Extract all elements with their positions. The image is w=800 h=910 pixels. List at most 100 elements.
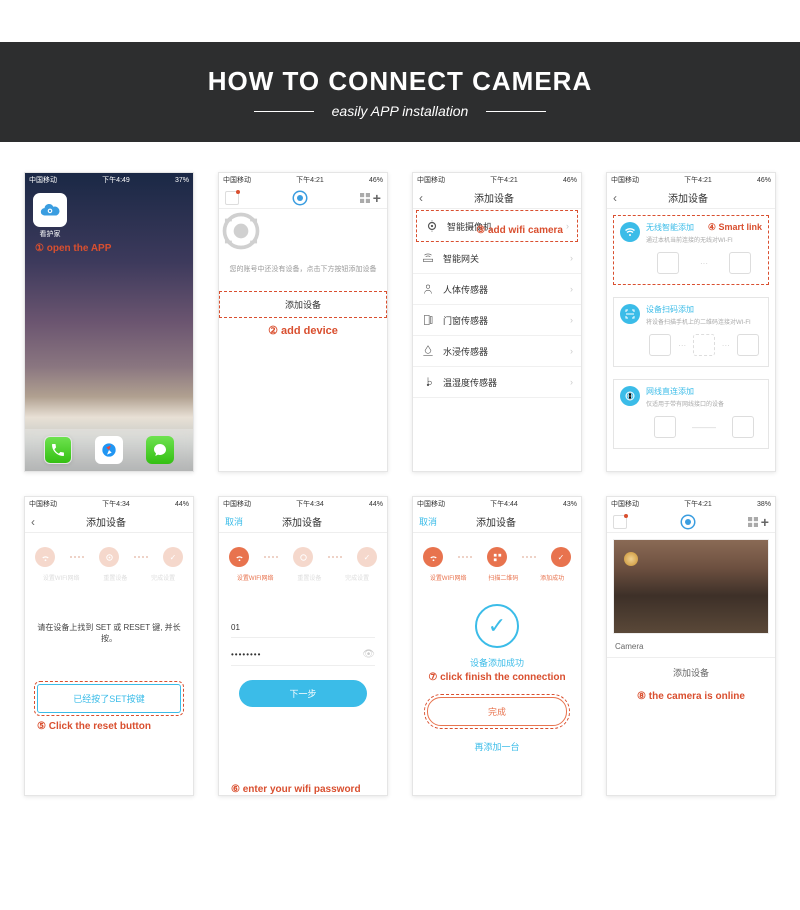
clock-label: 下午4:34 <box>296 499 324 509</box>
navbar-actions: + <box>360 190 381 206</box>
battery-label: 37% <box>175 177 189 184</box>
step2-annotation: ② add device <box>219 324 387 337</box>
step-reset-icon <box>293 547 313 567</box>
camera-placeholder-icon <box>219 209 263 253</box>
finish-button[interactable]: 完成 <box>427 697 567 726</box>
door-icon <box>421 313 435 327</box>
ssid-field[interactable]: 01 <box>231 618 375 638</box>
progress-steps: ✓ <box>219 533 387 573</box>
chevron-right-icon: › <box>570 315 573 325</box>
step-qr-icon <box>487 547 507 567</box>
list-item-label: 温湿度传感器 <box>443 376 497 389</box>
messages-app-icon[interactable] <box>146 436 174 464</box>
qr-icon <box>620 304 640 324</box>
calendar-icon[interactable] <box>225 191 239 205</box>
status-bar: 中国移动 下午4:49 37% <box>25 173 193 187</box>
gateway-icon <box>421 251 435 265</box>
clock-label: 下午4:34 <box>102 499 130 509</box>
method-subtitle: 通过本机当前连接的无线对WI-FI <box>646 235 762 244</box>
password-field[interactable]: ••••••••👁 <box>231 644 375 666</box>
camera-live-preview[interactable] <box>613 539 769 634</box>
battery-label: 44% <box>175 501 189 508</box>
lan-method[interactable]: 网线直连添加仅适用于带有网线接口的设备 ——— <box>613 379 769 449</box>
clock-label: 下午4:21 <box>490 175 518 185</box>
cloud-cam-icon <box>39 199 61 221</box>
device-type-gateway[interactable]: 智能网关 › <box>413 243 581 274</box>
banner-title: HOW TO CONNECT CAMERA <box>208 66 593 97</box>
confirm-reset-button[interactable]: 已经按了SET按键 <box>37 684 181 713</box>
navbar-title: 添加设备 <box>35 514 177 529</box>
navbar: + <box>607 511 775 533</box>
step-done-icon: ✓ <box>357 547 377 567</box>
empty-state: 您的账号中还没有设备，点击下方按钮添加设备 添加设备 <box>219 209 387 318</box>
safari-app-icon[interactable] <box>95 436 123 464</box>
progress-steps: ✓ <box>25 533 193 573</box>
progress-labels: 设置WIFI网络扫描二维码添加成功 <box>413 573 581 592</box>
empty-text: 您的账号中还没有设备，点击下方按钮添加设备 <box>219 265 387 275</box>
phone-app-icon[interactable] <box>44 436 72 464</box>
step7-annotation: ⑦ click finish the connection <box>413 672 581 683</box>
step6-wifi-password: 中国移动 下午4:34 44% 取消 添加设备 ✓ 设置WIFI网络重置设备完成… <box>218 496 388 796</box>
carrier-label: 中国移动 <box>611 175 639 185</box>
step4-annotation: ④ Smart link <box>708 222 762 233</box>
navbar: ‹ 添加设备 <box>607 187 775 209</box>
list-item-label: 人体传感器 <box>443 283 488 296</box>
device-type-temp-sensor[interactable]: 温湿度传感器 › <box>413 367 581 398</box>
method-illustration: ······ <box>646 330 762 360</box>
ethernet-icon <box>620 386 640 406</box>
step5-reset-device: 中国移动 下午4:34 44% ‹ 添加设备 ✓ 设置WIFI网络重置设备完成设… <box>24 496 194 796</box>
grid-view-icon[interactable] <box>360 193 370 203</box>
step6-annotation: ⑥ enter your wifi password <box>231 784 375 795</box>
device-type-water-sensor[interactable]: 水浸传感器 › <box>413 336 581 367</box>
clock-label: 下午4:21 <box>296 175 324 185</box>
app-logo-icon <box>291 189 309 207</box>
progress-labels: 设置WIFI网络重置设备完成设置 <box>219 573 387 592</box>
kanhuija-app-icon[interactable] <box>33 193 67 227</box>
cancel-link[interactable]: 取消 <box>419 515 437 528</box>
carrier-label: 中国移动 <box>611 499 639 509</box>
add-icon[interactable]: + <box>373 190 381 206</box>
add-icon[interactable]: + <box>761 514 769 530</box>
carrier-label: 中国移动 <box>223 499 251 509</box>
wifi-icon <box>620 222 640 242</box>
add-another-link[interactable]: 再添加一台 <box>413 732 581 761</box>
next-button[interactable]: 下一步 <box>239 680 367 707</box>
list-item-label: 智能网关 <box>443 252 479 265</box>
step-wifi-icon <box>35 547 55 567</box>
status-bar: 中国移动 下午4:21 38% <box>607 497 775 511</box>
add-device-button[interactable]: 添加设备 <box>219 291 387 318</box>
add-device-link[interactable]: 添加设备 <box>607 658 775 687</box>
method-subtitle: 仅适用于带有网线接口的设备 <box>646 399 762 408</box>
device-type-door-sensor[interactable]: 门窗传感器 › <box>413 305 581 336</box>
cancel-link[interactable]: 取消 <box>225 515 243 528</box>
step4-connection-method: 中国移动 下午4:21 46% ‹ 添加设备 ④ Smart link 无线智能… <box>606 172 776 472</box>
step-done-icon: ✓ <box>551 547 571 567</box>
app-label: 看护家 <box>33 229 67 239</box>
camera-name-label: Camera <box>607 640 775 658</box>
step8-camera-online: 中国移动 下午4:21 38% + Camera 添加设备 ⑧ the came… <box>606 496 776 796</box>
smart-link-method[interactable]: ④ Smart link 无线智能添加通过本机当前连接的无线对WI-FI ··· <box>613 215 769 285</box>
success-message: 设备添加成功 <box>413 656 581 669</box>
step-wifi-icon <box>423 547 443 567</box>
battery-label: 43% <box>563 501 577 508</box>
chevron-right-icon: › <box>566 221 569 231</box>
grid-view-icon[interactable] <box>748 517 758 527</box>
carrier-label: 中国移动 <box>417 499 445 509</box>
thermometer-icon <box>421 375 435 389</box>
calendar-icon[interactable] <box>613 515 627 529</box>
qr-scan-method[interactable]: 设备扫码添加将设备扫描手机上的二维码连接对WI-FI ······ <box>613 297 769 367</box>
status-bar: 中国移动 下午4:21 46% <box>607 173 775 187</box>
status-bar: 中国移动 下午4:21 46% <box>219 173 387 187</box>
step-reset-icon <box>99 547 119 567</box>
camera-icon <box>425 219 439 233</box>
clock-label: 下午4:49 <box>102 175 130 185</box>
step2-empty-device-list: 中国移动 下午4:21 46% + 您的账号中还没有设备，点击下方按钮添加设备 … <box>218 172 388 472</box>
status-bar: 中国移动 下午4:34 44% <box>219 497 387 511</box>
step3-device-type-list: 中国移动 下午4:21 46% ‹ 添加设备 智能摄像机 › 智能网关 › 人体… <box>412 172 582 472</box>
step3-annotation: ③ add wifi camera <box>476 225 563 236</box>
device-type-motion-sensor[interactable]: 人体传感器 › <box>413 274 581 305</box>
carrier-label: 中国移动 <box>223 175 251 185</box>
navbar: 取消 添加设备 <box>413 511 581 533</box>
show-password-icon[interactable]: 👁 <box>362 649 375 660</box>
step-done-icon: ✓ <box>163 547 183 567</box>
